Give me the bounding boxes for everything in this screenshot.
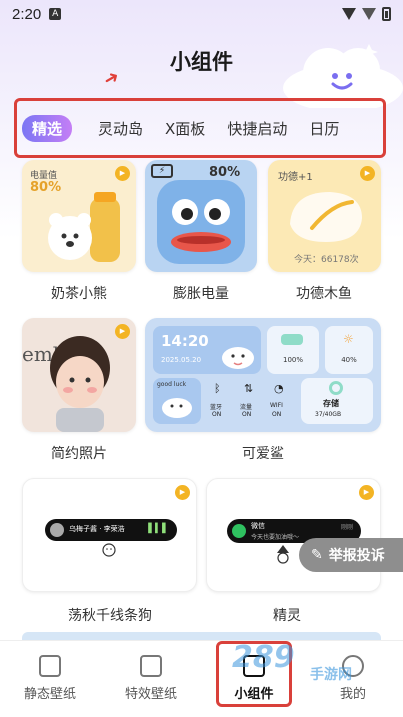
sun-icon: ☼ (343, 332, 354, 346)
message-app: 微信 (251, 522, 265, 530)
widget-merit-woodfish[interactable]: 功德+1 今天：66178次 ▶ (268, 160, 381, 272)
mini-battery-icon (281, 334, 303, 345)
tab-featured[interactable]: 精选 (22, 114, 73, 142)
shark-small-icon (162, 398, 192, 418)
widget-bloated-battery[interactable]: 80% ⚡ (145, 160, 257, 272)
storage-value: 37/40GB (315, 411, 342, 418)
time-panel: 14:20 2025.05.20 (153, 326, 261, 374)
battery-panel: 100% (267, 326, 319, 374)
tab-calendar[interactable]: 日历 (309, 118, 339, 139)
status-bar: 2:20 A (0, 0, 403, 28)
widget-swing-dog[interactable]: 乌梅子酱 · 李荣浩 ▌▍▌ ▶ (22, 478, 197, 592)
signal-icon (362, 8, 376, 20)
wifi-icon (342, 8, 356, 20)
storage-label: 存储 (323, 399, 339, 408)
widget-label: 荡秋千线条狗 (68, 608, 152, 624)
clock-date: 2025.05.20 (161, 356, 202, 364)
merit-text: 功德+1 (278, 172, 313, 183)
battery-icon (382, 7, 391, 21)
page-title: 小组件 (170, 50, 233, 74)
dog-icon (102, 543, 116, 557)
wechat-icon (232, 524, 246, 538)
widget-cute-shark[interactable]: 14:20 2025.05.20 100% ☼ 40% good luck ᛒ … (145, 318, 381, 432)
child-photo-icon (50, 336, 110, 432)
widget-spirit[interactable]: 微信 今天也要加油哦～ 刚刚 ▶ (206, 478, 381, 592)
nav-effect-wallpaper[interactable]: 特效壁纸 (111, 655, 191, 702)
battery-value: 100% (282, 356, 303, 364)
wifi-small-icon: ◔ (274, 382, 284, 395)
wifi-label: WIFI (270, 402, 283, 409)
widget-label: 可爱鲨 (242, 446, 284, 462)
mobile-data-icon: ⇅ (244, 382, 254, 395)
tab-x-panel[interactable]: X面板 (165, 118, 205, 139)
milk-tea-bear-icon (48, 192, 120, 262)
tab-dynamic-island[interactable]: 灵动岛 (98, 118, 143, 139)
edit-icon: ✎ (311, 547, 323, 563)
brightness-value: 40% (341, 356, 357, 364)
watermark-text: 手游网 (310, 667, 352, 683)
play-icon: ▶ (359, 485, 374, 500)
woodfish-icon (290, 192, 362, 242)
widget-simple-photo[interactable]: emb ▶ (22, 318, 136, 432)
bluetooth-icon: ᛒ (214, 382, 221, 395)
app-notification-icon: A (49, 8, 62, 20)
wizard-icon (277, 545, 289, 564)
equalizer-icon: ▌▍▌ (148, 524, 169, 534)
brightness-panel: ☼ 40% (325, 326, 373, 374)
today-count: 今天：66178次 (294, 255, 359, 265)
album-cover-icon (50, 523, 64, 537)
widget-label: 精灵 (273, 608, 301, 624)
blob-monster-icon (157, 180, 245, 264)
clock-time: 14:20 (161, 332, 209, 350)
tab-quick-launch[interactable]: 快捷启动 (227, 118, 287, 139)
data-toggle[interactable]: ⇅ 流量 ON (237, 378, 263, 424)
storage-panel: 存储 37/40GB (301, 378, 373, 424)
wifi-state: ON (272, 411, 282, 418)
play-icon: ▶ (360, 166, 375, 181)
sparkle-image-icon (140, 655, 162, 677)
image-icon (39, 655, 61, 677)
music-island: 乌梅子酱 · 李荣浩 ▌▍▌ (45, 519, 177, 541)
nav-static-wallpaper[interactable]: 静态壁纸 (10, 655, 90, 702)
shark-icon (222, 347, 254, 369)
greeting-panel: good luck (153, 378, 201, 424)
report-label: 举报投诉 (328, 548, 385, 564)
widget-label: 奶茶小熊 (51, 286, 107, 302)
bluetooth-toggle[interactable]: ᛒ 蓝牙 ON (207, 378, 233, 424)
track-title: 乌梅子酱 · 李荣浩 (69, 525, 125, 533)
widget-label: 功德木鱼 (296, 286, 352, 302)
greeting-text: good luck (157, 381, 187, 388)
message-text: 今天也要加油哦～ (251, 534, 300, 541)
nav-label: 静态壁纸 (23, 687, 76, 702)
widget-milk-tea-bear[interactable]: 电量值 80% ▶ (22, 160, 136, 272)
bluetooth-label: 蓝牙 (210, 404, 223, 411)
play-icon: ▶ (175, 485, 190, 500)
data-state: ON (242, 411, 252, 418)
widget-label: 简约照片 (51, 446, 107, 462)
bluetooth-state: ON (212, 411, 222, 418)
status-time: 2:20 (12, 5, 42, 23)
message-time: 刚刚 (340, 524, 353, 531)
play-icon: ▶ (115, 324, 130, 339)
watermark-logo: 289 (232, 640, 295, 675)
category-tabs: 精选 灵动岛 X面板 快捷启动 日历 (14, 98, 386, 158)
data-label: 流量 (240, 404, 253, 411)
storage-ring-icon (329, 381, 343, 395)
report-button[interactable]: ✎ 举报投诉 (299, 538, 403, 572)
widget-label: 膨胀电量 (173, 286, 229, 302)
play-icon: ▶ (115, 166, 130, 181)
nav-label: 特效壁纸 (124, 687, 177, 702)
lightning-icon: ⚡ (151, 164, 173, 178)
wifi-toggle[interactable]: ◔ WIFI ON (267, 378, 295, 424)
nav-label: 我的 (339, 687, 366, 702)
